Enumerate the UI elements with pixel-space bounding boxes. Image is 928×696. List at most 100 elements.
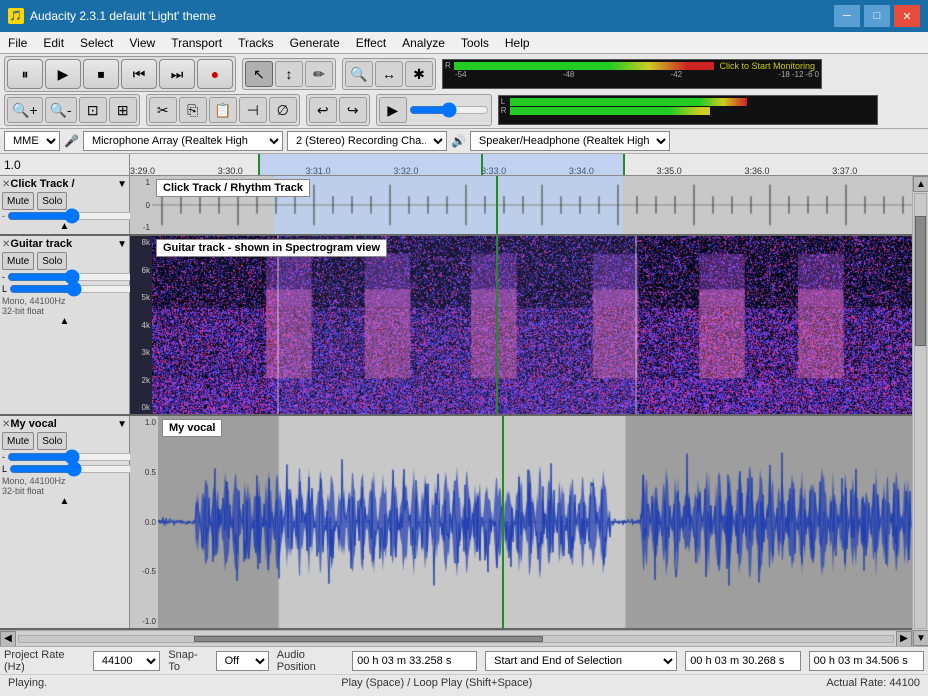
menu-select[interactable]: Select: [72, 34, 121, 52]
silence-button[interactable]: ∅: [269, 97, 297, 123]
vocal-track-mute[interactable]: Mute: [2, 432, 34, 450]
v-scroll-up-button[interactable]: ▲: [913, 176, 928, 192]
click-track-gain-slider[interactable]: [7, 211, 136, 221]
h-scroll-thumb[interactable]: [194, 636, 544, 642]
menu-generate[interactable]: Generate: [282, 34, 348, 52]
menu-analyze[interactable]: Analyze: [394, 34, 453, 52]
click-track-header: ✕ Click Track / ▼ Mute Solo - + ▲: [0, 176, 130, 234]
vocal-track-header: ✕ My vocal ▼ Mute Solo - + L R: [0, 416, 130, 628]
vocal-track-collapse[interactable]: ▲: [60, 496, 70, 507]
v-scroll-thumb[interactable]: [915, 216, 926, 346]
vocal-track-close[interactable]: ✕: [2, 419, 10, 430]
vocal-waveform-canvas[interactable]: [158, 416, 912, 628]
pause-button[interactable]: ⏸: [7, 59, 43, 89]
menu-file[interactable]: File: [0, 34, 35, 52]
snap-to-select[interactable]: Off: [216, 651, 269, 671]
guitar-track-collapse[interactable]: ▲: [60, 316, 70, 327]
record-button[interactable]: ●: [197, 59, 233, 89]
zoom-in-tool-button[interactable]: 🔍: [345, 61, 373, 87]
play-hint: Play (Space) / Loop Play (Shift+Space): [341, 677, 532, 689]
app-icon: 🎵: [8, 8, 24, 24]
zoom-fit-button[interactable]: ⊡: [79, 97, 107, 123]
guitar-track-solo[interactable]: Solo: [37, 252, 67, 270]
menu-transport[interactable]: Transport: [163, 34, 230, 52]
menu-help[interactable]: Help: [497, 34, 538, 52]
vocal-waveform[interactable]: 1.0 0.5 0.0 -0.5 -1.0 My vocal: [130, 416, 912, 628]
channels-select[interactable]: 2 (Stereo) Recording Cha...: [287, 131, 447, 151]
play-button[interactable]: ▶: [45, 59, 81, 89]
guitar-yaxis: 8k 6k 5k 4k 3k 2k 0k: [130, 236, 152, 414]
skip-start-button[interactable]: ⏮: [121, 59, 157, 89]
selection-end-field[interactable]: 00 h 03 m 34.506 s: [809, 651, 924, 671]
close-button[interactable]: ✕: [894, 5, 920, 27]
h-scrollbar[interactable]: ◀ ▶: [0, 630, 912, 646]
timeline-ruler[interactable]: 1.0 3:29.0 3:30.0 3:31.0 3:32.0 3:33.0 3…: [0, 154, 928, 176]
click-track-label: Click Track / Rhythm Track: [156, 179, 310, 197]
speaker-select[interactable]: Speaker/Headphone (Realtek High: [470, 131, 670, 151]
audio-position-field[interactable]: 00 h 03 m 33.258 s: [352, 651, 477, 671]
skip-end-button[interactable]: ⏭: [159, 59, 195, 89]
project-rate-select[interactable]: 44100: [93, 651, 161, 671]
click-to-monitor-label[interactable]: Click to Start Monitoring: [715, 61, 819, 71]
undo-button[interactable]: ↩: [309, 97, 337, 123]
click-track-close[interactable]: ✕: [2, 179, 10, 190]
host-select[interactable]: MME: [4, 131, 60, 151]
playback-meter[interactable]: L R: [498, 95, 878, 125]
titlebar-controls[interactable]: ─ □ ✕: [834, 5, 920, 27]
zoom2-section: 🔍+ 🔍- ⊡ ⊞: [4, 94, 140, 126]
play2-button[interactable]: ▶: [379, 97, 407, 123]
guitar-track-mute[interactable]: Mute: [2, 252, 34, 270]
menu-tools[interactable]: Tools: [453, 34, 497, 52]
zoom-in-button[interactable]: 🔍+: [7, 97, 43, 123]
tracks-column: ✕ Click Track / ▼ Mute Solo - + ▲: [0, 176, 912, 646]
draw-tool-button[interactable]: ✏: [305, 61, 333, 87]
v-scroll-track[interactable]: [914, 193, 927, 629]
trim-button[interactable]: ⊣: [239, 97, 267, 123]
guitar-track-close[interactable]: ✕: [2, 239, 10, 250]
stop-button[interactable]: ⏹: [83, 59, 119, 89]
select-tool-button[interactable]: ↖: [245, 61, 273, 87]
v-scrollbar[interactable]: ▲ ▼: [912, 176, 928, 646]
recording-meter[interactable]: R Click to Start Monitoring -54 -48 -42 …: [442, 59, 822, 89]
click-track-collapse[interactable]: ▲: [60, 221, 70, 232]
paste-button[interactable]: 📋: [209, 97, 237, 123]
vocal-pan-row: L R: [2, 464, 127, 474]
toolbar-row-1: ⏸ ▶ ⏹ ⏮ ⏭ ● ↖ ↕ ✏ 🔍 ↔ ✱ R Click to Start…: [4, 56, 924, 92]
menu-edit[interactable]: Edit: [35, 34, 72, 52]
scroll-left-button[interactable]: ◀: [0, 631, 16, 646]
guitar-spectrogram[interactable]: 8k 6k 5k 4k 3k 2k 0k Guitar track - show…: [130, 236, 912, 414]
selection-dropdown[interactable]: Start and End of Selection: [485, 651, 677, 671]
vocal-track-container: ✕ My vocal ▼ Mute Solo - + L R: [0, 416, 912, 630]
playback-speed-slider[interactable]: [409, 104, 489, 116]
menu-effect[interactable]: Effect: [348, 34, 394, 52]
guitar-playhead: [496, 236, 498, 414]
scroll-right-button[interactable]: ▶: [896, 631, 912, 646]
titlebar-title: Audacity 2.3.1 default 'Light' theme: [30, 9, 216, 23]
vocal-track-menu[interactable]: ▼: [117, 419, 127, 430]
cut-button[interactable]: ✂: [149, 97, 177, 123]
vocal-pan-slider[interactable]: [9, 464, 138, 474]
v-scroll-down-button[interactable]: ▼: [913, 630, 928, 646]
selection-start-field[interactable]: 00 h 03 m 30.268 s: [685, 651, 800, 671]
zoom-sel-button[interactable]: ⊞: [109, 97, 137, 123]
menu-view[interactable]: View: [121, 34, 163, 52]
redo-button[interactable]: ↪: [339, 97, 367, 123]
menu-tracks[interactable]: Tracks: [230, 34, 282, 52]
minimize-button[interactable]: ─: [834, 5, 860, 27]
ruler-scale[interactable]: 3:29.0 3:30.0 3:31.0 3:32.0 3:33.0 3:34.…: [130, 154, 928, 176]
guitar-pan-slider[interactable]: [9, 284, 138, 294]
click-track-yaxis: 1 0 -1: [130, 176, 152, 234]
time-shift-button[interactable]: ↔: [375, 61, 403, 87]
guitar-track-menu[interactable]: ▼: [117, 239, 127, 250]
undo-section: ↩ ↪: [306, 94, 370, 126]
copy-button[interactable]: ⎘: [179, 97, 207, 123]
maximize-button[interactable]: □: [864, 5, 890, 27]
vocal-track-solo[interactable]: Solo: [37, 432, 67, 450]
microphone-select[interactable]: Microphone Array (Realtek High: [83, 131, 283, 151]
multi-tool-button[interactable]: ✱: [405, 61, 433, 87]
zoom-out-button[interactable]: 🔍-: [45, 97, 77, 123]
click-track-menu[interactable]: ▼: [117, 179, 127, 190]
click-track-waveform[interactable]: 1 0 -1 Click Track / Rhythm Track: [130, 176, 912, 234]
envelope-tool-button[interactable]: ↕: [275, 61, 303, 87]
h-scroll-track[interactable]: [18, 635, 894, 643]
